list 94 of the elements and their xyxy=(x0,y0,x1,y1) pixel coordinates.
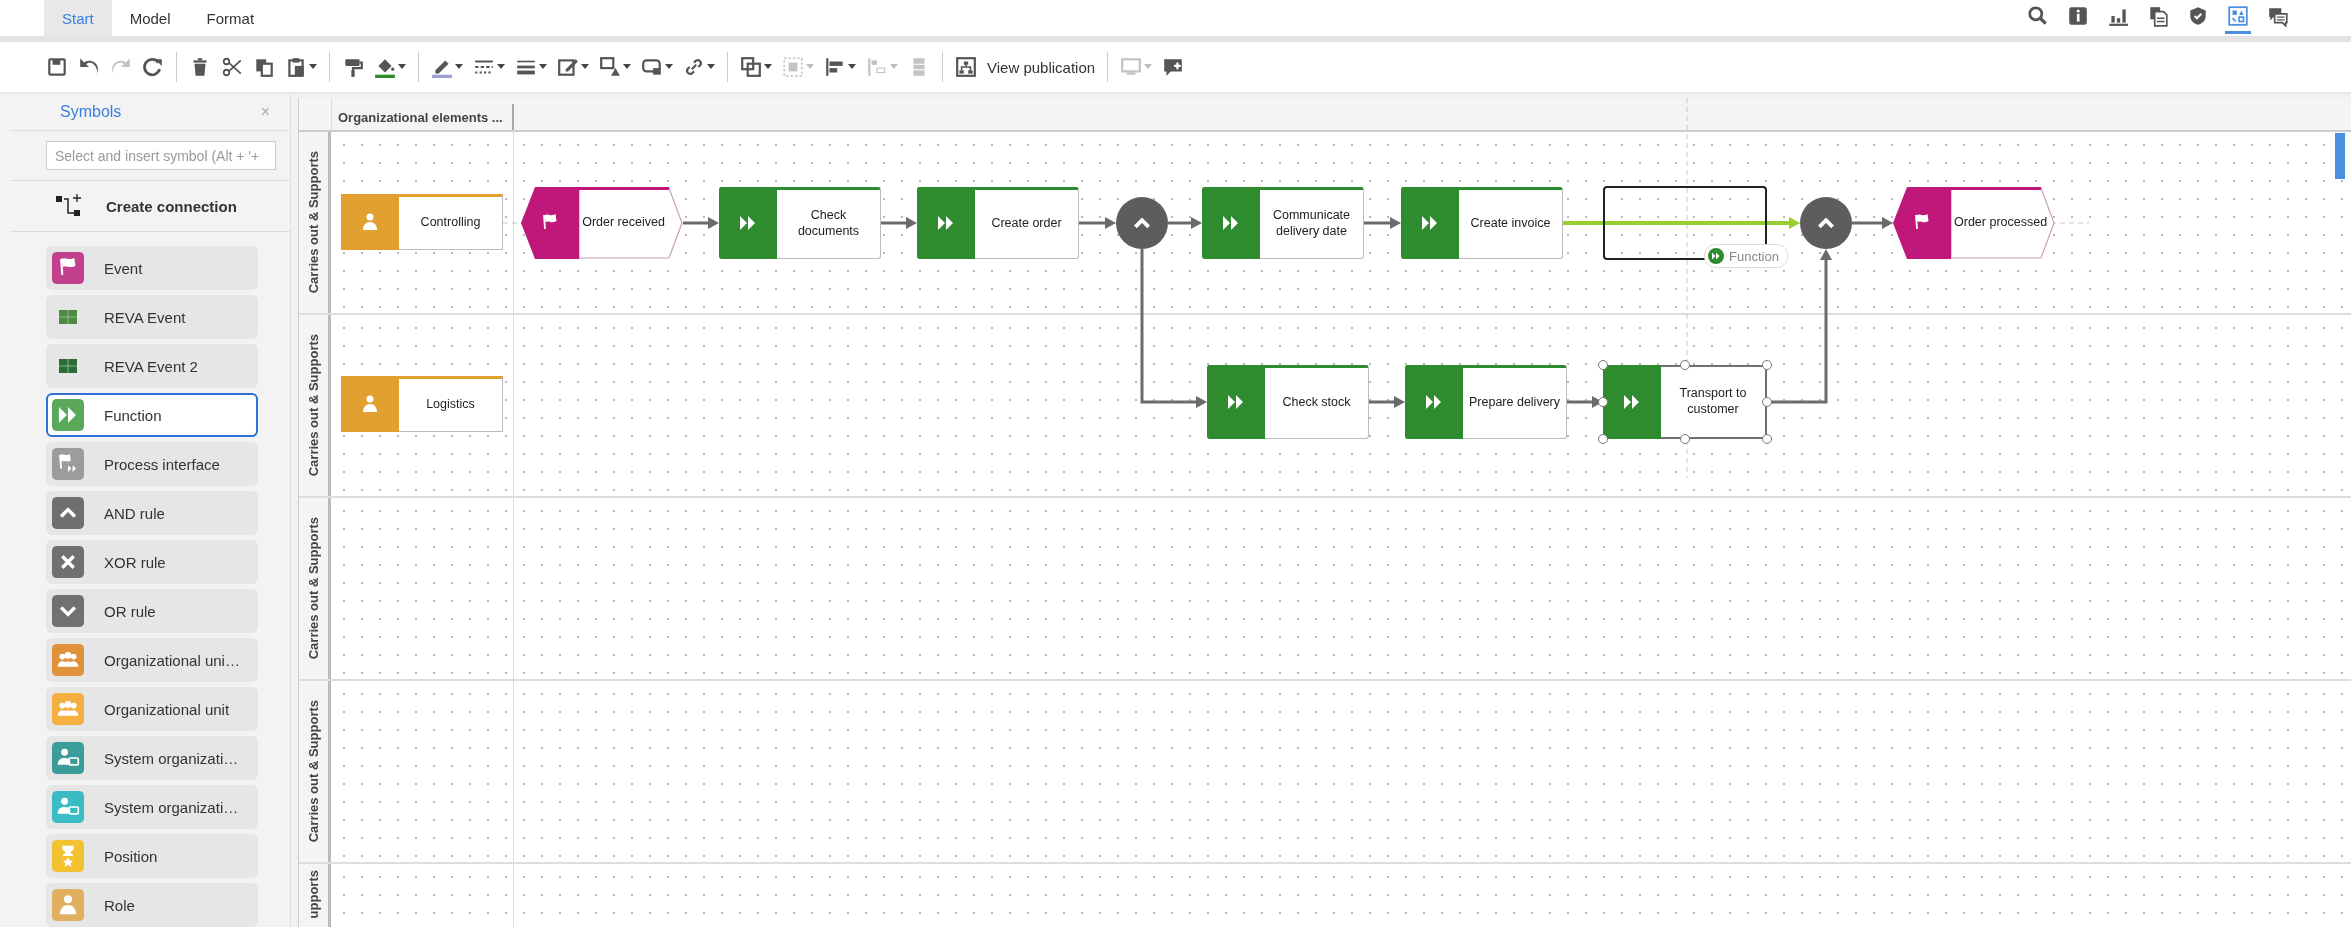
connector-arrow[interactable] xyxy=(1140,249,1207,408)
node-label: Check stock xyxy=(1281,394,1352,412)
node-label: Order processed xyxy=(1953,214,2049,232)
symbol-item[interactable]: XOR rule xyxy=(46,540,258,584)
group-icon xyxy=(740,56,762,78)
and-gateway[interactable] xyxy=(1116,197,1168,249)
add-comment-icon xyxy=(1162,56,1185,78)
function-node[interactable]: Create order xyxy=(917,187,1079,259)
shield-icon xyxy=(2187,5,2209,27)
link-icon xyxy=(683,56,705,78)
resize-handle[interactable] xyxy=(1598,434,1608,444)
lane-label: Carries out & Supports xyxy=(306,151,321,294)
node-label: Create order xyxy=(990,215,1063,233)
function-node[interactable]: Check stock xyxy=(1207,365,1369,439)
lane-label: Carries out & Supports xyxy=(306,334,321,477)
resize-handle[interactable] xyxy=(1762,360,1772,370)
search-field[interactable]: Select and insert symbol (Alt + '+ xyxy=(46,140,276,171)
documents-icon xyxy=(2147,5,2169,27)
symbol-item[interactable]: REVA Event xyxy=(46,295,258,339)
comments-icon xyxy=(2267,5,2289,27)
symbol-item[interactable]: OR rule xyxy=(46,589,258,633)
symbol-item[interactable]: Process interface xyxy=(46,442,258,486)
resize-handle[interactable] xyxy=(1598,360,1608,370)
symbol-item[interactable]: AND rule xyxy=(46,491,258,535)
tooltip-label: Function xyxy=(1729,248,1779,264)
toolbar-button[interactable] xyxy=(738,54,774,80)
node-label: Transport to customer xyxy=(1678,385,1748,418)
distribute-icon xyxy=(866,56,888,78)
align-left-icon xyxy=(824,56,846,78)
toolbar-button[interactable]: View publication xyxy=(953,54,1098,80)
symbol-item[interactable]: Role xyxy=(46,883,258,927)
fast-forward-icon xyxy=(1708,248,1724,264)
resize-handle[interactable] xyxy=(1762,397,1772,407)
lane-label: upports xyxy=(306,870,321,919)
connector-arrow[interactable] xyxy=(683,217,719,229)
node-label: Communicate delivery date xyxy=(1271,207,1352,240)
panel-title: Symbols xyxy=(60,102,122,121)
chevron-up-icon xyxy=(1134,217,1150,229)
symbol-item[interactable]: Organizational unit xyxy=(46,687,258,731)
info-icon xyxy=(2067,5,2089,27)
resize-handle[interactable] xyxy=(1680,434,1690,444)
node-label: Prepare delivery xyxy=(1468,394,1561,412)
connector-arrow[interactable] xyxy=(1168,217,1202,229)
connector-arrow[interactable] xyxy=(1079,217,1116,229)
function-node[interactable]: Prepare delivery xyxy=(1405,365,1567,439)
connector-arrow[interactable] xyxy=(1369,396,1405,408)
org-unit-node[interactable]: Logistics xyxy=(341,376,503,432)
connector-arrow[interactable] xyxy=(1364,217,1401,229)
org-unit-node[interactable]: Controlling xyxy=(341,194,503,250)
resize-handle[interactable] xyxy=(1762,434,1772,444)
function-node[interactable]: Check documents xyxy=(719,187,881,259)
edit-icon xyxy=(557,56,579,78)
symbol-item[interactable]: Organizational uni… xyxy=(46,638,258,682)
symbol-item[interactable]: System organizati… xyxy=(46,785,258,829)
save-icon xyxy=(46,56,68,78)
and-gateway[interactable] xyxy=(1800,197,1852,249)
function-node[interactable]: Transport to customer xyxy=(1603,365,1767,439)
symbol-item[interactable]: System organizati… xyxy=(46,736,258,780)
node-label: Check documents xyxy=(796,207,861,240)
search-icon xyxy=(2027,5,2049,27)
symbol-item[interactable]: Function xyxy=(46,393,258,437)
ribbon-tab[interactable]: Format xyxy=(188,0,273,36)
copy-icon xyxy=(253,56,275,78)
create-connection-button[interactable]: Create connection xyxy=(10,180,290,232)
chevron-up-icon xyxy=(1818,217,1834,229)
clipboard-icon xyxy=(285,56,307,78)
function-node[interactable]: Communicate delivery date xyxy=(1202,187,1364,259)
lane-label: Carries out & Supports xyxy=(306,700,321,843)
lane-label: Carries out & Supports xyxy=(306,517,321,660)
node-label: Create invoice xyxy=(1469,215,1552,233)
scissors-icon xyxy=(221,56,243,78)
symbol-item[interactable]: Event xyxy=(46,246,258,290)
symbol-item[interactable]: REVA Event 2 xyxy=(46,344,258,388)
scrollbar-thumb[interactable] xyxy=(2335,133,2345,179)
symbol-item[interactable]: Position xyxy=(46,834,258,878)
shapes-icon xyxy=(599,56,621,78)
column-header: Organizational elements ... xyxy=(332,104,514,130)
connector-arrow[interactable] xyxy=(881,217,917,229)
monitor-icon xyxy=(1120,56,1143,78)
resize-handle[interactable] xyxy=(1680,360,1690,370)
node-label: Controlling xyxy=(419,214,482,232)
node-label: Order received xyxy=(581,214,666,232)
ribbon-tab[interactable]: Model xyxy=(111,0,189,36)
symbols-panel-icon xyxy=(2227,5,2249,27)
redo-icon xyxy=(110,56,132,78)
paint-roller-icon xyxy=(342,56,364,78)
function-node[interactable]: Create invoice xyxy=(1401,187,1563,259)
frame-icon xyxy=(782,56,804,78)
node-label: Logistics xyxy=(425,396,476,414)
connector-icon xyxy=(641,56,663,78)
connector-arrow[interactable] xyxy=(1852,217,1893,229)
resize-handle[interactable] xyxy=(1598,397,1608,407)
org-chart-icon xyxy=(955,56,977,78)
refresh-icon xyxy=(142,56,164,78)
